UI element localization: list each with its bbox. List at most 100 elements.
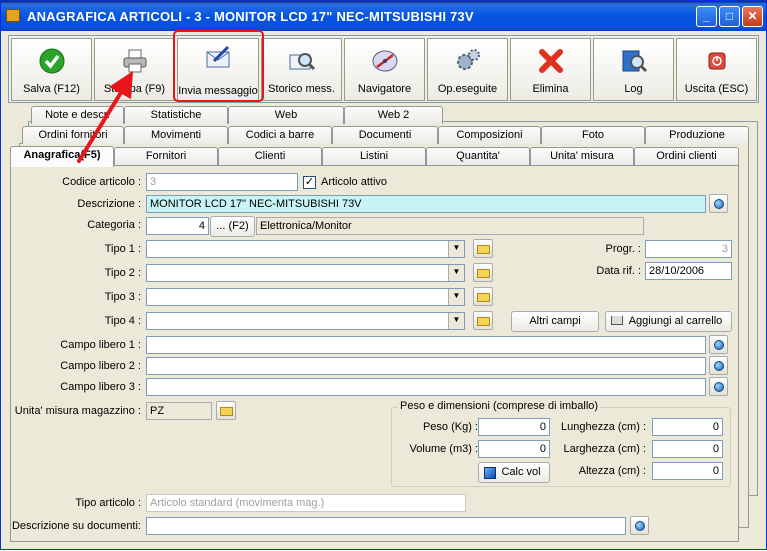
- tab-clienti[interactable]: Clienti: [218, 147, 322, 165]
- tipo4-select[interactable]: ▼: [146, 312, 465, 330]
- chevron-down-icon[interactable]: ▼: [448, 289, 464, 305]
- codice-field[interactable]: 3: [146, 173, 298, 191]
- chevron-down-icon[interactable]: ▼: [448, 241, 464, 257]
- peso-dimensioni-group: Peso e dimensioni (comprese di imballo) …: [391, 400, 731, 487]
- power-icon: [708, 52, 725, 70]
- um-folder-button[interactable]: [216, 401, 236, 420]
- tab-codici-barre[interactable]: Codici a barre: [228, 126, 332, 144]
- tab-listini[interactable]: Listini: [322, 147, 426, 165]
- tab-statistiche[interactable]: Statistiche: [124, 106, 228, 124]
- message-history-button[interactable]: Storico mess.: [261, 38, 342, 101]
- title-bar[interactable]: ANAGRAFICA ARTICOLI - 3 - MONITOR LCD 17…: [1, 1, 766, 31]
- tipo4-label: Tipo 4 :: [104, 315, 141, 327]
- codice-label: Codice articolo :: [62, 176, 141, 188]
- categoria-desc-field: Elettronica/Monitor: [256, 217, 644, 235]
- descrizione-globe-button[interactable]: [709, 194, 728, 213]
- envelope-magnifier-icon: [289, 53, 315, 71]
- categoria-field[interactable]: 4: [146, 217, 209, 235]
- datarif-field[interactable]: 28/10/2006: [645, 262, 732, 280]
- campo1-globe-button[interactable]: [709, 335, 728, 354]
- categoria-lookup-button[interactable]: ... (F2): [210, 216, 255, 237]
- log-button[interactable]: Log: [593, 38, 674, 101]
- app-box-icon: [6, 9, 20, 22]
- maximize-button[interactable]: □: [719, 6, 740, 27]
- folder-icon: [220, 407, 233, 416]
- tipo4-folder-button[interactable]: [473, 311, 493, 330]
- altezza-field[interactable]: 0: [652, 462, 723, 480]
- tipo2-label: Tipo 2 :: [104, 267, 141, 279]
- larghezza-field[interactable]: 0: [652, 440, 723, 458]
- campo2-field[interactable]: [146, 357, 706, 375]
- tab-quantita[interactable]: Quantita': [426, 147, 530, 165]
- highlight-box: [173, 30, 264, 102]
- operations-button[interactable]: Op.eseguite: [427, 38, 508, 101]
- globe-icon: [714, 382, 724, 392]
- campo3-globe-button[interactable]: [709, 377, 728, 396]
- toolbar: Salva (F12) Stampa (F9) Invia messaggio …: [8, 35, 759, 103]
- delete-button[interactable]: Elimina: [510, 38, 591, 101]
- navigator-button[interactable]: Navigatore: [344, 38, 425, 101]
- campo2-globe-button[interactable]: [709, 356, 728, 375]
- tab-produzione[interactable]: Produzione: [645, 126, 749, 144]
- cart-icon: [611, 316, 623, 325]
- tipo2-select[interactable]: ▼: [146, 264, 465, 282]
- tab-movimenti[interactable]: Movimenti: [124, 126, 228, 144]
- aggiungi-carrello-button[interactable]: Aggiungi al carrello: [605, 311, 732, 332]
- folder-icon: [477, 245, 490, 254]
- exit-label: Uscita (ESC): [684, 83, 749, 95]
- cube-icon: [484, 467, 496, 479]
- tipo1-label: Tipo 1 :: [104, 243, 141, 255]
- peso-field[interactable]: 0: [478, 418, 550, 436]
- aggiungi-carrello-label: Aggiungi al carrello: [628, 315, 723, 327]
- descrizione-field[interactable]: MONITOR LCD 17" NEC-MITSUBISHI 73V: [146, 195, 706, 213]
- tab-unita-misura[interactable]: Unita' misura: [530, 147, 634, 165]
- tab-web[interactable]: Web: [228, 106, 344, 124]
- close-button[interactable]: ✕: [742, 6, 763, 27]
- print-label: Stampa (F9): [103, 83, 166, 95]
- compass-icon: [372, 50, 397, 72]
- tipo1-folder-button[interactable]: [473, 239, 493, 258]
- folder-icon: [477, 293, 490, 302]
- tipo1-select[interactable]: ▼: [146, 240, 465, 258]
- tab-ordini-fornitori[interactable]: Ordini fornitori: [22, 126, 124, 144]
- minimize-button[interactable]: _: [696, 6, 717, 27]
- tipo2-folder-button[interactable]: [473, 263, 493, 282]
- campo3-field[interactable]: [146, 378, 706, 396]
- volume-label: Volume (m3) :: [409, 443, 478, 455]
- desc-doc-globe-button[interactable]: [630, 516, 649, 535]
- tab-ordini-clienti[interactable]: Ordini clienti: [634, 147, 739, 165]
- calc-vol-label: Calc vol: [501, 466, 541, 478]
- desc-doc-label: Descrizione su documenti:: [11, 520, 141, 532]
- tab-anagrafica[interactable]: Anagrafica(F5): [10, 146, 114, 167]
- progr-field[interactable]: 3: [645, 240, 732, 258]
- log-label: Log: [624, 83, 643, 95]
- attivo-checkbox[interactable]: ✓: [303, 176, 316, 189]
- tab-composizioni[interactable]: Composizioni: [438, 126, 541, 144]
- altri-campi-button[interactable]: Altri campi: [511, 311, 599, 332]
- tab-fornitori[interactable]: Fornitori: [114, 147, 218, 165]
- chevron-down-icon[interactable]: ▼: [448, 313, 464, 329]
- calc-vol-button[interactable]: Calc vol: [478, 462, 550, 483]
- campo1-field[interactable]: [146, 336, 706, 354]
- chevron-down-icon[interactable]: ▼: [448, 265, 464, 281]
- operations-label: Op.eseguite: [437, 83, 498, 95]
- tab-note-descr[interactable]: Note e descr.: [31, 106, 124, 124]
- tipo3-folder-button[interactable]: [473, 287, 493, 306]
- desc-doc-field[interactable]: [146, 517, 626, 535]
- tab-web2[interactable]: Web 2: [344, 106, 443, 124]
- tab-documenti[interactable]: Documenti: [332, 126, 438, 144]
- lunghezza-field[interactable]: 0: [652, 418, 723, 436]
- tipo3-select[interactable]: ▼: [146, 288, 465, 306]
- campo2-label: Campo libero 2 :: [60, 360, 141, 372]
- tipo-articolo-field: Articolo standard (movimenta mag.): [146, 494, 466, 512]
- save-button[interactable]: Salva (F12): [11, 38, 92, 101]
- tab-foto[interactable]: Foto: [541, 126, 645, 144]
- um-label: Unita' misura magazzino :: [14, 405, 141, 417]
- folder-icon: [477, 269, 490, 278]
- exit-button[interactable]: Uscita (ESC): [676, 38, 757, 101]
- print-button[interactable]: Stampa (F9): [94, 38, 175, 101]
- volume-field[interactable]: 0: [478, 440, 550, 458]
- printer-icon: [123, 49, 146, 73]
- attivo-label: Articolo attivo: [321, 176, 388, 188]
- save-label: Salva (F12): [23, 83, 80, 95]
